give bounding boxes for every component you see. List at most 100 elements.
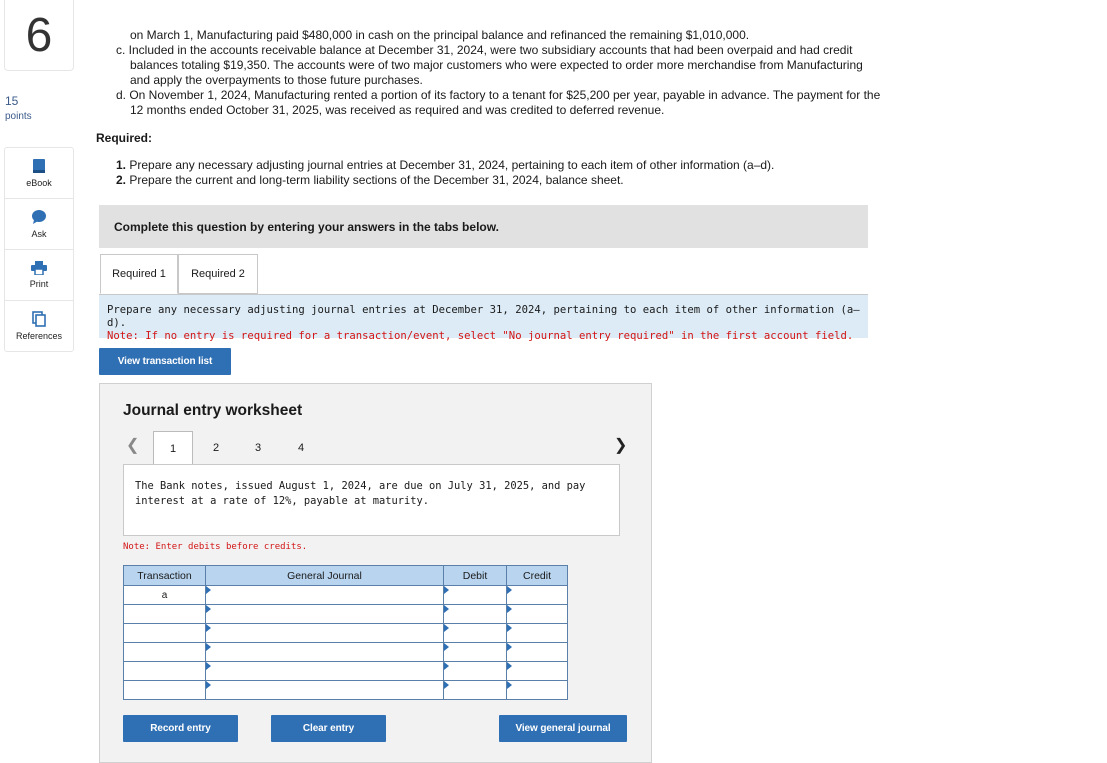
references-label: References [15, 331, 63, 341]
transaction-cell [123, 604, 206, 624]
instruction-text: Prepare any necessary adjusting journal … [107, 304, 860, 329]
debits-credits-note: Note: Enter debits before credits. [123, 542, 308, 552]
view-transaction-list-button[interactable]: View transaction list [99, 348, 231, 375]
record-entry-button[interactable]: Record entry [123, 715, 238, 742]
required-item-2: 2. Prepare the current and long-term lia… [116, 173, 774, 188]
ask-label: Ask [31, 229, 47, 239]
chevron-right-icon[interactable]: ❯ [614, 435, 627, 455]
points-box: 15 points [5, 94, 32, 124]
dropdown-flag-icon [444, 643, 449, 651]
book-icon [33, 159, 45, 173]
credit-input[interactable] [506, 680, 568, 700]
points-value: 15 [5, 94, 19, 108]
transaction-cell [123, 680, 206, 700]
journal-header-row: Transaction General Journal Debit Credit [123, 565, 568, 586]
problem-item-d: d. On November 1, 2024, Manufacturing re… [116, 88, 881, 117]
dropdown-flag-icon [507, 643, 512, 651]
dropdown-flag-icon [444, 624, 449, 632]
col-general-journal: General Journal [205, 565, 444, 586]
dropdown-flag-icon [206, 586, 211, 594]
print-label: Print [29, 279, 49, 289]
account-select[interactable] [205, 623, 444, 643]
dropdown-flag-icon [507, 586, 512, 594]
required-list: 1. Prepare any necessary adjusting journ… [116, 158, 774, 188]
table-row [123, 604, 568, 624]
page-4[interactable]: 4 [281, 431, 321, 464]
dropdown-flag-icon [507, 605, 512, 613]
references-button[interactable]: References [5, 301, 73, 351]
dropdown-flag-icon [444, 586, 449, 594]
tool-rail: eBook Ask Print References [4, 147, 74, 352]
problem-text: on March 1, Manufacturing paid $480,000 … [114, 28, 884, 118]
table-row [123, 680, 568, 700]
account-select[interactable] [205, 680, 444, 700]
credit-input[interactable] [506, 642, 568, 662]
page-3[interactable]: 3 [238, 431, 278, 464]
credit-input[interactable] [506, 623, 568, 643]
ask-button[interactable]: Ask [5, 199, 73, 250]
debit-input[interactable] [443, 604, 507, 624]
dropdown-flag-icon [507, 662, 512, 670]
col-transaction: Transaction [123, 565, 206, 586]
required-1-text: Prepare any necessary adjusting journal … [126, 158, 775, 172]
print-button[interactable]: Print [5, 250, 73, 301]
credit-input[interactable] [506, 585, 568, 605]
debit-input[interactable] [443, 642, 507, 662]
table-row: a [123, 585, 568, 605]
problem-line-b-tail: on March 1, Manufacturing paid $480,000 … [130, 28, 750, 42]
problem-item-c: c. Included in the accounts receivable b… [116, 43, 863, 87]
dropdown-flag-icon [507, 681, 512, 689]
printer-icon [31, 261, 47, 275]
account-select[interactable] [205, 642, 444, 662]
account-select[interactable] [205, 585, 444, 605]
debit-input[interactable] [443, 623, 507, 643]
debit-input[interactable] [443, 680, 507, 700]
tab-required-1[interactable]: Required 1 [100, 254, 178, 294]
required-2-text: Prepare the current and long-term liabil… [126, 173, 624, 187]
account-select[interactable] [205, 661, 444, 681]
dropdown-flag-icon [206, 624, 211, 632]
dropdown-flag-icon [444, 681, 449, 689]
page-1[interactable]: 1 [153, 431, 193, 465]
chevron-left-icon[interactable]: ❮ [126, 435, 139, 455]
journal-entry-worksheet: Journal entry worksheet ❮ 1 2 3 4 ❯ The … [99, 383, 652, 763]
table-row [123, 642, 568, 662]
question-number: 6 [4, 0, 74, 71]
tab-required-2[interactable]: Required 2 [178, 254, 258, 294]
transaction-cell [123, 642, 206, 662]
page-2[interactable]: 2 [196, 431, 236, 464]
dropdown-flag-icon [206, 643, 211, 651]
worksheet-pager: ❮ 1 2 3 4 ❯ [122, 431, 632, 465]
dropdown-flag-icon [206, 681, 211, 689]
copy-icon [32, 311, 46, 327]
tab-instructions: Prepare any necessary adjusting journal … [99, 295, 868, 342]
view-general-journal-button[interactable]: View general journal [499, 715, 627, 742]
required-1-number: 1. [116, 158, 127, 172]
instruction-note: Note: If no entry is required for a tran… [107, 330, 854, 342]
required-2-number: 2. [116, 173, 127, 187]
table-row [123, 661, 568, 681]
transaction-description: The Bank notes, issued August 1, 2024, a… [123, 464, 620, 536]
credit-input[interactable] [506, 661, 568, 681]
table-row [123, 623, 568, 643]
ebook-button[interactable]: eBook [5, 148, 73, 199]
worksheet-title: Journal entry worksheet [123, 402, 303, 419]
dropdown-flag-icon [206, 662, 211, 670]
transaction-cell [123, 661, 206, 681]
dropdown-flag-icon [444, 605, 449, 613]
clear-entry-button[interactable]: Clear entry [271, 715, 386, 742]
col-credit: Credit [506, 565, 568, 586]
col-debit: Debit [443, 565, 507, 586]
ebook-label: eBook [26, 178, 52, 188]
instructions-banner: Complete this question by entering your … [99, 205, 868, 248]
dropdown-flag-icon [507, 624, 512, 632]
dropdown-flag-icon [444, 662, 449, 670]
transaction-cell: a [123, 585, 206, 605]
account-select[interactable] [205, 604, 444, 624]
debit-input[interactable] [443, 585, 507, 605]
chat-icon [32, 210, 46, 224]
dropdown-flag-icon [206, 605, 211, 613]
debit-input[interactable] [443, 661, 507, 681]
credit-input[interactable] [506, 604, 568, 624]
points-label: points [5, 111, 32, 122]
